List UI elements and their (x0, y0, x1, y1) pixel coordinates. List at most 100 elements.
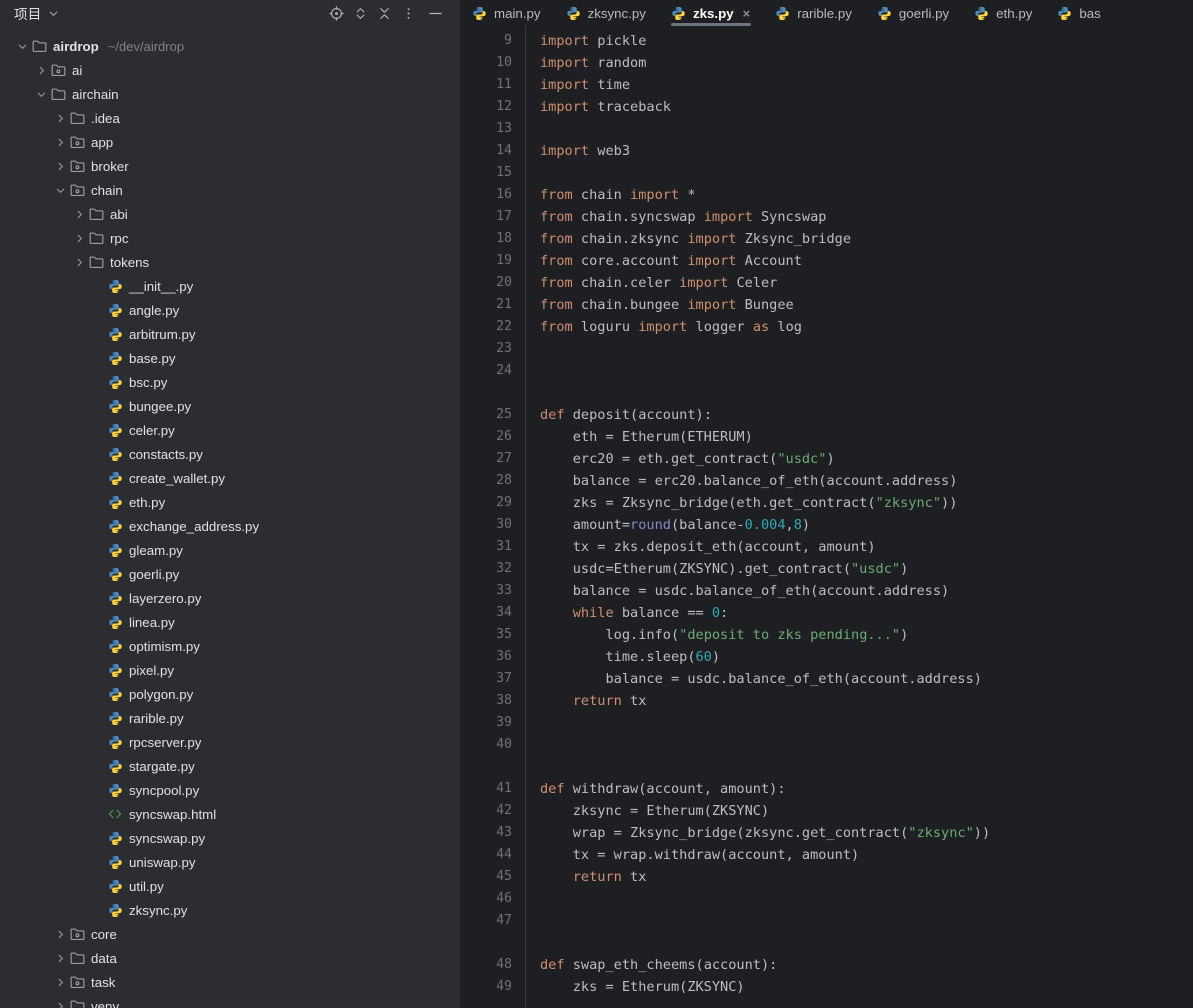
tree-item-zksync-py[interactable]: zksync.py (0, 898, 460, 922)
tree-item-rarible-py[interactable]: rarible.py (0, 706, 460, 730)
chevron-right-icon[interactable] (71, 254, 87, 270)
editor-tab-zks-py[interactable]: zks.py × (659, 0, 763, 26)
python-file-icon (106, 710, 124, 726)
tree-item-label: task (91, 974, 116, 990)
chevron-right-icon[interactable] (71, 230, 87, 246)
chevron-right-icon[interactable] (52, 974, 68, 990)
more-options-icon[interactable] (396, 2, 420, 24)
tree-item-bungee-py[interactable]: bungee.py (0, 394, 460, 418)
tree-item-eth-py[interactable]: eth.py (0, 490, 460, 514)
python-file-icon (106, 494, 124, 510)
chevron-down-icon[interactable] (14, 38, 30, 54)
chevron-right-icon[interactable] (52, 998, 68, 1008)
python-file-icon (106, 758, 124, 774)
tree-item-data[interactable]: data (0, 946, 460, 970)
tree-item-ai[interactable]: ai (0, 58, 460, 82)
tree-item-init-py[interactable]: __init__.py (0, 274, 460, 298)
tree-item-task[interactable]: task (0, 970, 460, 994)
tree-item-exchange-address-py[interactable]: exchange_address.py (0, 514, 460, 538)
tree-item-stargate-py[interactable]: stargate.py (0, 754, 460, 778)
python-file-icon (106, 614, 124, 630)
editor-tab-eth-py[interactable]: eth.py (962, 0, 1045, 26)
editor-tab-main-py[interactable]: main.py (460, 0, 554, 26)
tree-item-airdrop[interactable]: airdrop ~/dev/airdrop (0, 34, 460, 58)
package-folder-icon (68, 158, 86, 174)
chevron-right-icon[interactable] (33, 62, 49, 78)
tree-item-base-py[interactable]: base.py (0, 346, 460, 370)
tree-item-linea-py[interactable]: linea.py (0, 610, 460, 634)
chevron-right-icon[interactable] (52, 158, 68, 174)
folder-icon (87, 230, 105, 246)
editor-tab-goerli-py[interactable]: goerli.py (865, 0, 962, 26)
line-number: 42 (496, 803, 512, 818)
editor-tab-zksync-py[interactable]: zksync.py (554, 0, 659, 26)
chevron-right-icon[interactable] (52, 110, 68, 126)
tree-item-util-py[interactable]: util.py (0, 874, 460, 898)
tree-item-airchain[interactable]: airchain (0, 82, 460, 106)
chevron-down-icon[interactable] (48, 8, 59, 19)
python-file-icon (877, 6, 892, 21)
tree-item-optimism-py[interactable]: optimism.py (0, 634, 460, 658)
code-line: 11 import time (460, 74, 1193, 96)
folder-icon (49, 86, 67, 102)
chevron-right-icon[interactable] (52, 950, 68, 966)
tree-item-pixel-py[interactable]: pixel.py (0, 658, 460, 682)
code-line-text: import time (540, 77, 631, 93)
code-line: 44 tx = wrap.withdraw(account, amount) (460, 844, 1193, 866)
chevron-down-icon[interactable] (52, 182, 68, 198)
package-folder-icon (49, 62, 67, 78)
tree-item-tokens[interactable]: tokens (0, 250, 460, 274)
tree-item-core[interactable]: core (0, 922, 460, 946)
tree-item-broker[interactable]: broker (0, 154, 460, 178)
code-line-text: log.info("deposit to zks pending...") (540, 627, 909, 643)
tree-item-angle-py[interactable]: angle.py (0, 298, 460, 322)
tree-item-layerzero-py[interactable]: layerzero.py (0, 586, 460, 610)
tree-item-label: eth.py (129, 494, 166, 510)
folder-icon (30, 38, 48, 54)
chevron-right-icon[interactable] (52, 926, 68, 942)
tree-item-venv[interactable]: venv (0, 994, 460, 1008)
tree-item-polygon-py[interactable]: polygon.py (0, 682, 460, 706)
tree-item-label: rpc (110, 230, 129, 246)
tree-item-create-wallet-py[interactable]: create_wallet.py (0, 466, 460, 490)
chevron-down-icon[interactable] (33, 86, 49, 102)
code-line-text: from chain.celer import Celer (540, 275, 778, 291)
editor-tab-bas[interactable]: bas (1045, 0, 1113, 26)
code-line: 30 amount=round(balance-0.004,8) (460, 514, 1193, 536)
line-number: 28 (496, 473, 512, 488)
select-opened-file-icon[interactable] (324, 2, 348, 24)
tree-item-chain[interactable]: chain (0, 178, 460, 202)
tree-item-rpcserver-py[interactable]: rpcserver.py (0, 730, 460, 754)
project-file-tree[interactable]: airdrop ~/dev/airdrop ai airchain .idea app br… (0, 26, 460, 1008)
tree-item-syncswap-html[interactable]: syncswap.html (0, 802, 460, 826)
tree-item-constacts-py[interactable]: constacts.py (0, 442, 460, 466)
tree-item-app[interactable]: app (0, 130, 460, 154)
editor-tab-bar[interactable]: main.py zksync.py zks.py × rarible.py goerli.… (460, 0, 1193, 26)
tree-item-syncswap-py[interactable]: syncswap.py (0, 826, 460, 850)
python-file-icon (106, 350, 124, 366)
code-viewport[interactable]: 8import json9import pickle10import rando… (460, 26, 1193, 1008)
tree-item-label: constacts.py (129, 446, 203, 462)
tree-item-idea[interactable]: .idea (0, 106, 460, 130)
code-line: 45 return tx (460, 866, 1193, 888)
tree-item-arbitrum-py[interactable]: arbitrum.py (0, 322, 460, 346)
chevron-right-icon[interactable] (71, 206, 87, 222)
code-line-text: return tx (572, 869, 647, 885)
tree-item-gleam-py[interactable]: gleam.py (0, 538, 460, 562)
editor-tab-rarible-py[interactable]: rarible.py (763, 0, 865, 26)
chevron-right-icon[interactable] (52, 134, 68, 150)
expand-collapse-icon[interactable] (348, 2, 372, 24)
code-line: 25 def deposit(account): (460, 404, 1193, 426)
hide-panel-icon[interactable] (420, 2, 450, 24)
code-line: 49 zks = Etherum(ZKSYNC) (460, 976, 1193, 998)
tree-item-goerli-py[interactable]: goerli.py (0, 562, 460, 586)
tree-item-uniswap-py[interactable]: uniswap.py (0, 850, 460, 874)
collapse-all-icon[interactable] (372, 2, 396, 24)
tree-item-syncpool-py[interactable]: syncpool.py (0, 778, 460, 802)
line-number: 39 (496, 715, 512, 730)
tree-item-abi[interactable]: abi (0, 202, 460, 226)
tree-item-celer-py[interactable]: celer.py (0, 418, 460, 442)
tree-item-bsc-py[interactable]: bsc.py (0, 370, 460, 394)
tree-item-rpc[interactable]: rpc (0, 226, 460, 250)
close-icon[interactable]: × (743, 7, 751, 20)
